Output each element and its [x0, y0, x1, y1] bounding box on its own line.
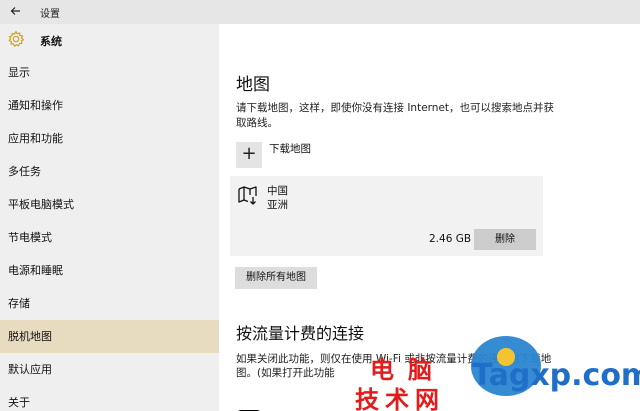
map-region: 亚洲	[267, 199, 288, 211]
delete-map-button[interactable]: 删除	[474, 229, 536, 250]
back-arrow-icon[interactable]	[8, 3, 24, 19]
sidebar-item-battery-saver[interactable]: 节电模式	[0, 221, 219, 254]
sidebar-item-apps[interactable]: 应用和功能	[0, 122, 219, 155]
sidebar-item-power-sleep[interactable]: 电源和睡眠	[0, 254, 219, 287]
map-size: 2.46 GB	[429, 233, 472, 245]
sidebar-item-display[interactable]: 显示	[0, 56, 219, 89]
sidebar-item-multitasking[interactable]: 多任务	[0, 155, 219, 188]
window-title: 设置	[40, 9, 60, 20]
download-maps-label[interactable]: 下载地图	[269, 141, 311, 156]
maps-heading: 地图	[236, 75, 270, 95]
sidebar: 系统 显示 通知和操作 应用和功能 多任务 平板电脑模式 节电模式 电源和睡眠 …	[0, 24, 219, 411]
sidebar-item-default-apps[interactable]: 默认应用	[0, 353, 219, 386]
gear-icon	[8, 30, 25, 48]
map-item-card[interactable]: 中国 亚洲 2.46 GB 删除	[230, 176, 543, 256]
plus-icon: +	[241, 143, 257, 164]
watermark-cn-line2: 技术网	[355, 386, 445, 411]
download-maps-button[interactable]: +	[236, 142, 262, 168]
sidebar-item-about[interactable]: 关于	[0, 386, 219, 411]
watermark-en: Tagxp.com	[472, 358, 640, 393]
map-country: 中国	[267, 185, 288, 197]
sidebar-item-notifications[interactable]: 通知和操作	[0, 89, 219, 122]
sidebar-item-storage[interactable]: 存储	[0, 287, 219, 320]
sidebar-item-tablet-mode[interactable]: 平板电脑模式	[0, 188, 219, 221]
delete-all-maps-button[interactable]: 删除所有地图	[235, 267, 317, 289]
title-bar: 设置	[0, 0, 640, 24]
section-header: 系统	[0, 24, 219, 56]
metered-heading: 按流量计费的连接	[236, 324, 365, 343]
section-title: 系统	[40, 35, 62, 48]
map-icon	[238, 186, 257, 205]
maps-description: 请下载地图，这样，即使你没有连接 Internet，也可以搜索地点并获取路线。	[236, 102, 555, 129]
sidebar-item-offline-maps[interactable]: 脱机地图	[0, 320, 219, 353]
